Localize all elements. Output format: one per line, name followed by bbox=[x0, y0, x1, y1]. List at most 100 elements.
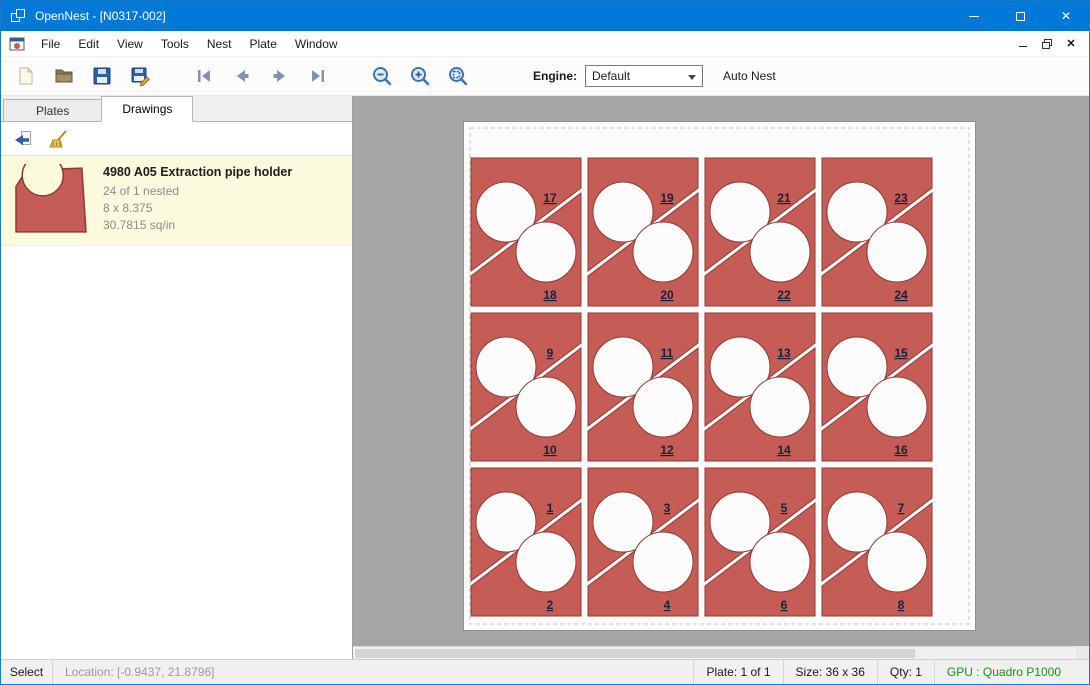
nest-pair: 1920 bbox=[588, 158, 698, 306]
drawings-list-empty-area bbox=[1, 246, 352, 659]
status-gpu: GPU : Quadro P1000 bbox=[934, 660, 1073, 684]
zoom-fit-icon bbox=[447, 65, 469, 87]
engine-selected-value: Default bbox=[592, 69, 630, 83]
chevron-down-icon bbox=[688, 75, 696, 80]
send-to-plate-button[interactable] bbox=[11, 127, 35, 151]
zoom-in-icon bbox=[409, 65, 431, 87]
nest-pair: 13 14 bbox=[705, 313, 815, 461]
mdi-restore-icon bbox=[1041, 38, 1053, 50]
part-number-label: 9 bbox=[547, 346, 554, 360]
clean-broom-button[interactable] bbox=[47, 127, 71, 151]
part-number-label: 5 bbox=[781, 501, 788, 515]
part-number-label: 19 bbox=[660, 191, 674, 205]
part-thumbnail-shape bbox=[11, 164, 91, 236]
tab-plates[interactable]: Plates bbox=[3, 99, 102, 121]
drawing-list-item[interactable]: 4980 A05 Extraction pipe holder 24 of 1 … bbox=[1, 156, 352, 246]
document-icon bbox=[9, 36, 25, 52]
part-hole bbox=[867, 377, 927, 437]
panel-tabstrip: Plates Drawings bbox=[1, 96, 352, 122]
plate-sheet[interactable]: 171819202122232491011121314151612345678 bbox=[463, 121, 976, 631]
left-panel: Plates Drawings bbox=[1, 96, 353, 659]
status-plate: Plate: 1 of 1 bbox=[693, 660, 782, 684]
nav-prev-button[interactable] bbox=[227, 61, 257, 91]
part-number-label: 21 bbox=[777, 191, 791, 205]
part-number-label: 10 bbox=[543, 443, 557, 457]
toolbar: Engine: Default Auto Nest bbox=[1, 57, 1089, 96]
statusbar: Select Location: [-0.9437, 21.8796] Plat… bbox=[1, 659, 1089, 684]
horizontal-scrollbar[interactable] bbox=[353, 646, 1089, 659]
close-icon: ✕ bbox=[1061, 9, 1071, 23]
part-hole bbox=[633, 222, 693, 282]
part-number-label: 18 bbox=[543, 288, 557, 302]
mdi-restore-button[interactable] bbox=[1035, 34, 1059, 54]
part-number-label: 13 bbox=[777, 346, 791, 360]
open-button[interactable] bbox=[49, 61, 79, 91]
nav-last-icon bbox=[308, 66, 328, 86]
window-title: OpenNest - [N0317-002] bbox=[35, 9, 166, 23]
nav-last-button[interactable] bbox=[303, 61, 333, 91]
nest-pair: 1718 bbox=[471, 158, 581, 306]
part-hole bbox=[633, 532, 693, 592]
nest-pair: 34 bbox=[588, 468, 698, 616]
menu-edit[interactable]: Edit bbox=[69, 33, 108, 55]
part-number-label: 20 bbox=[660, 288, 674, 302]
engine-select[interactable]: Default bbox=[585, 65, 703, 87]
nav-prev-icon bbox=[232, 66, 252, 86]
save-as-button[interactable] bbox=[125, 61, 155, 91]
save-edit-icon bbox=[130, 66, 150, 86]
menu-tools[interactable]: Tools bbox=[152, 33, 198, 55]
zoom-fit-button[interactable] bbox=[443, 61, 473, 91]
menubar: File Edit View Tools Nest Plate Window ✕ bbox=[1, 31, 1089, 57]
nav-next-icon bbox=[270, 66, 290, 86]
status-mode: Select bbox=[1, 660, 53, 684]
horizontal-scrollbar-thumb[interactable] bbox=[355, 649, 915, 658]
part-hole bbox=[516, 377, 576, 437]
menu-file[interactable]: File bbox=[32, 33, 69, 55]
nest-pair: 78 bbox=[822, 468, 932, 616]
minimize-icon bbox=[969, 16, 979, 17]
nav-next-button[interactable] bbox=[265, 61, 295, 91]
drawing-area: 30.7815 sq/in bbox=[103, 217, 292, 234]
new-button[interactable] bbox=[11, 61, 41, 91]
close-button[interactable]: ✕ bbox=[1043, 1, 1089, 31]
menu-plate[interactable]: Plate bbox=[241, 33, 286, 55]
nest-pair: 2324 bbox=[822, 158, 932, 306]
minimize-button[interactable] bbox=[951, 1, 997, 31]
menu-view[interactable]: View bbox=[108, 33, 152, 55]
mdi-minimize-button[interactable] bbox=[1011, 34, 1035, 54]
nav-first-button[interactable] bbox=[189, 61, 219, 91]
part-number-label: 4 bbox=[664, 598, 671, 612]
save-button[interactable] bbox=[87, 61, 117, 91]
titlebar: OpenNest - [N0317-002] ✕ bbox=[1, 1, 1089, 31]
part-thumbnail bbox=[9, 163, 93, 237]
part-number-label: 14 bbox=[777, 443, 791, 457]
part-hole bbox=[516, 222, 576, 282]
part-number-label: 3 bbox=[664, 501, 671, 515]
nest-canvas[interactable]: 171819202122232491011121314151612345678 bbox=[353, 96, 1089, 659]
tab-drawings[interactable]: Drawings bbox=[101, 96, 193, 122]
drawing-title: 4980 A05 Extraction pipe holder bbox=[103, 165, 292, 179]
nest-pair: 56 bbox=[705, 468, 815, 616]
zoom-out-button[interactable] bbox=[367, 61, 397, 91]
save-floppy-icon bbox=[92, 66, 112, 86]
nav-first-icon bbox=[194, 66, 214, 86]
broom-icon bbox=[49, 129, 69, 149]
blue-arrow-page-icon bbox=[13, 129, 33, 149]
zoom-in-button[interactable] bbox=[405, 61, 435, 91]
part-number-label: 15 bbox=[894, 346, 908, 360]
auto-nest-toggle[interactable]: Auto Nest bbox=[723, 69, 776, 83]
mdi-minimize-icon bbox=[1019, 46, 1027, 47]
resize-grip[interactable] bbox=[1073, 660, 1089, 684]
maximize-button[interactable] bbox=[997, 1, 1043, 31]
menu-nest[interactable]: Nest bbox=[198, 33, 241, 55]
new-page-icon bbox=[16, 66, 36, 86]
part-number-label: 2 bbox=[547, 598, 554, 612]
part-number-label: 24 bbox=[894, 288, 908, 302]
drawing-dimensions: 8 x 8.375 bbox=[103, 200, 292, 217]
nest-pair: 1516 bbox=[822, 313, 932, 461]
part-hole bbox=[867, 222, 927, 282]
mdi-close-button[interactable]: ✕ bbox=[1059, 34, 1083, 54]
part-number-label: 7 bbox=[898, 501, 905, 515]
part-hole bbox=[750, 532, 810, 592]
menu-window[interactable]: Window bbox=[286, 33, 347, 55]
